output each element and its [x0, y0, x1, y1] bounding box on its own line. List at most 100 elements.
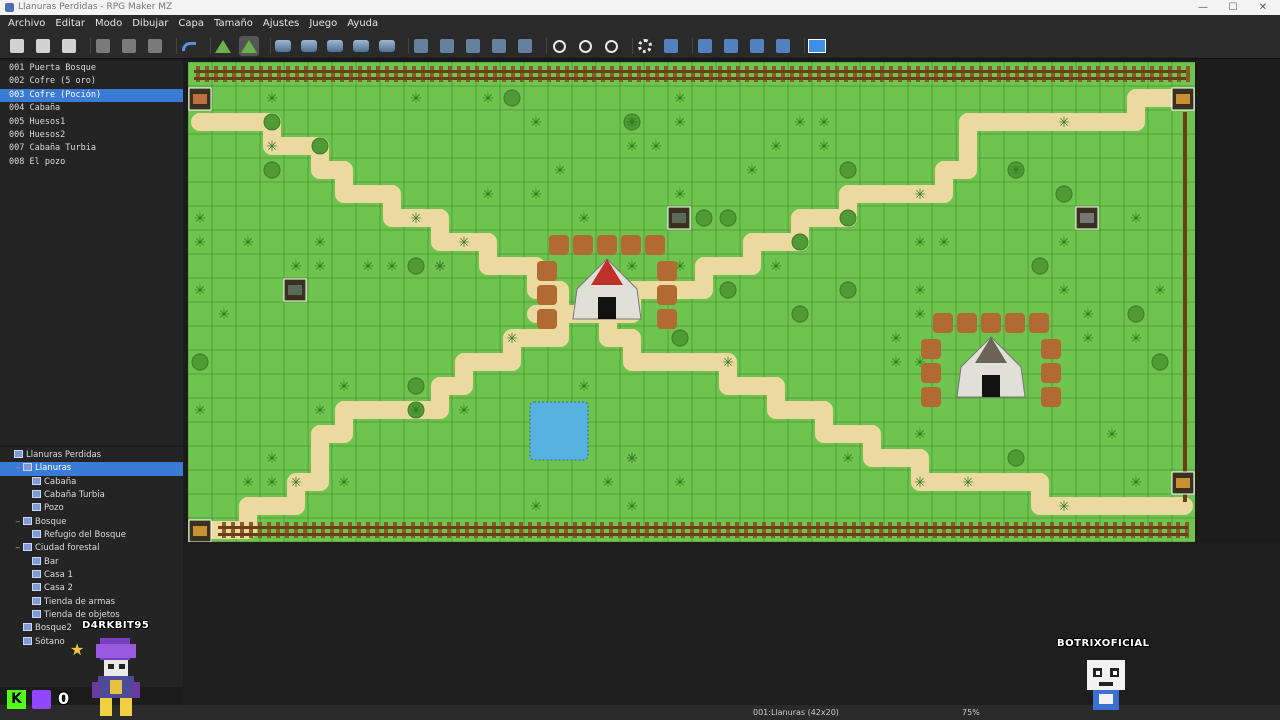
rectangle-button[interactable]: [437, 36, 457, 56]
shadow-pen-button[interactable]: [515, 36, 535, 56]
map-tree-label: Cabaña Turbia: [44, 490, 105, 501]
map-tree-item[interactable]: − Ciudad forestal: [0, 542, 183, 555]
bush: [1127, 305, 1145, 323]
plugin-manager-button[interactable]: [661, 36, 681, 56]
tree-toggle-icon[interactable]: −: [15, 462, 21, 475]
cabana-turbia-barrel: [957, 313, 977, 333]
event-list-item[interactable]: 006 Huesos2: [0, 129, 183, 142]
menu-ayuda[interactable]: Ayuda: [345, 15, 380, 33]
copy-button[interactable]: [119, 36, 139, 56]
menu-tamao[interactable]: Tamaño: [212, 15, 255, 33]
event-list-item[interactable]: 004 Cabaña: [0, 102, 183, 115]
tree-toggle-icon[interactable]: −: [15, 516, 21, 529]
open-project-button[interactable]: [33, 36, 53, 56]
layer-icon: [353, 40, 369, 52]
event-list-item[interactable]: 008 El pozo: [0, 156, 183, 169]
map-tree-item[interactable]: − Bosque: [0, 516, 183, 529]
pencil-button[interactable]: [411, 36, 431, 56]
ellipse-button[interactable]: [463, 36, 483, 56]
menu-modo[interactable]: Modo: [93, 15, 124, 33]
resource-icon: [750, 39, 764, 53]
map-tree-item[interactable]: Refugio del Bosque: [0, 529, 183, 542]
grass-tuft: ✳: [314, 235, 326, 251]
sound-test-button[interactable]: [695, 36, 715, 56]
cabana-barrel: [657, 285, 677, 305]
maximize-button[interactable]: ☐: [1218, 0, 1248, 15]
tree-toggle-icon[interactable]: −: [15, 542, 21, 555]
grass-tuft: ✳: [626, 115, 638, 131]
close-button[interactable]: ✕: [1248, 0, 1278, 15]
event-cofre-3-sprite: [1176, 478, 1190, 488]
bot-name: BOTRIXOFICIAL: [1057, 638, 1150, 649]
character-generator-button[interactable]: [773, 36, 793, 56]
resource-manager-button[interactable]: [747, 36, 767, 56]
status-map-info: 001:Llanuras (42x20): [753, 708, 839, 717]
menu-dibujar[interactable]: Dibujar: [130, 15, 170, 33]
toolbar-separator: [546, 38, 547, 54]
cut-button[interactable]: [93, 36, 113, 56]
map-tree-item[interactable]: Casa 2: [0, 582, 183, 595]
playtest-button[interactable]: [807, 36, 827, 56]
layer-2-button[interactable]: [299, 36, 319, 56]
menu-capa[interactable]: Capa: [176, 15, 206, 33]
map-tree-item[interactable]: Llanuras Perdidas: [0, 449, 183, 462]
layer-auto-button[interactable]: [377, 36, 397, 56]
new-file-icon: [10, 39, 24, 53]
paste-button[interactable]: [145, 36, 165, 56]
map-tree-item[interactable]: Tienda de armas: [0, 596, 183, 609]
map-tiles[interactable]: ✳ ✳ ✳ ✳ ✳ ✳ ✳ ✳ ✳ ✳ ✳ ✳ ✳ ✳ ✳ ✳ ✳ ✳ ✳ ✳ ✳ ✳ ✳ ✳ ✳ ✳ ✳ ✳ ✳ ✳ ✳ ✳ ✳ ✳ ✳ ✳ ✳ ✳ ✳ ✳…: [188, 62, 1195, 542]
map-tree-label: Casa 2: [44, 583, 73, 594]
event-list-item[interactable]: 001 Puerta Bosque: [0, 62, 183, 75]
menu-editar[interactable]: Editar: [53, 15, 87, 33]
map-icon: [215, 39, 231, 53]
save-icon: [62, 39, 76, 53]
bush: [191, 353, 209, 371]
cabana-door: [598, 297, 616, 319]
map-tree-item[interactable]: Bar: [0, 556, 183, 569]
cabana-barrel: [537, 285, 557, 305]
event-mode-button[interactable]: [239, 36, 259, 56]
zoom-out-button[interactable]: [575, 36, 595, 56]
zoom-actual-button[interactable]: [601, 36, 621, 56]
twitch-icon: [32, 690, 51, 709]
fill-button[interactable]: [489, 36, 509, 56]
save-project-button[interactable]: [59, 36, 79, 56]
layer-1-button[interactable]: [273, 36, 293, 56]
grass-tuft: ✳: [1058, 115, 1070, 131]
new-project-button[interactable]: [7, 36, 27, 56]
grass-tuft: ✳: [314, 403, 326, 419]
map-grid: [188, 62, 1195, 542]
event-searcher-button[interactable]: [721, 36, 741, 56]
toolbar-separator: [90, 38, 91, 54]
event-list-item[interactable]: 003 Cofre (Poción): [0, 88, 183, 103]
menu-archivo[interactable]: Archivo: [6, 15, 47, 33]
menu-juego[interactable]: Juego: [307, 15, 339, 33]
menu-ajustes[interactable]: Ajustes: [261, 15, 301, 33]
map-tree-item[interactable]: Cabaña Turbia: [0, 489, 183, 502]
event-list-item[interactable]: 005 Huesos1: [0, 116, 183, 129]
plugin-icon: [664, 39, 678, 53]
map-tree-item[interactable]: Pozo: [0, 502, 183, 515]
map-canvas[interactable]: ✳ ✳ ✳ ✳ ✳ ✳ ✳ ✳ ✳ ✳ ✳ ✳ ✳ ✳ ✳ ✳ ✳ ✳ ✳ ✳ ✳ ✳ ✳ ✳ ✳ ✳ ✳ ✳ ✳ ✳ ✳ ✳ ✳ ✳ ✳ ✳ ✳ ✳ ✳ ✳…: [188, 62, 1195, 542]
database-button[interactable]: [635, 36, 655, 56]
event-list-item[interactable]: 002 Cofre (5 oro): [0, 75, 183, 88]
minimize-button[interactable]: —: [1188, 0, 1218, 15]
map-mode-button[interactable]: [213, 36, 233, 56]
streamer-name: D4RKBIT95: [82, 620, 150, 631]
zoom-in-button[interactable]: [549, 36, 569, 56]
bush: [1007, 449, 1025, 467]
layer-3-button[interactable]: [325, 36, 345, 56]
map-tree-item[interactable]: − Llanuras: [0, 462, 183, 476]
map-icon: [14, 450, 23, 458]
zoom-actual-icon: [604, 39, 618, 53]
grass-tuft: ✳: [770, 259, 782, 275]
cabana-turbia-barrel: [1041, 363, 1061, 383]
map-tree-item[interactable]: Casa 1: [0, 569, 183, 582]
event-list-item[interactable]: 007 Cabaña Turbia: [0, 142, 183, 155]
map-icon: [23, 463, 32, 472]
grass-tuft: ✳: [602, 475, 614, 491]
map-tree-item[interactable]: Cabaña: [0, 476, 183, 489]
map-tree-label: Bar: [44, 556, 59, 567]
undo-button[interactable]: [179, 36, 199, 56]
layer-4-button[interactable]: [351, 36, 371, 56]
